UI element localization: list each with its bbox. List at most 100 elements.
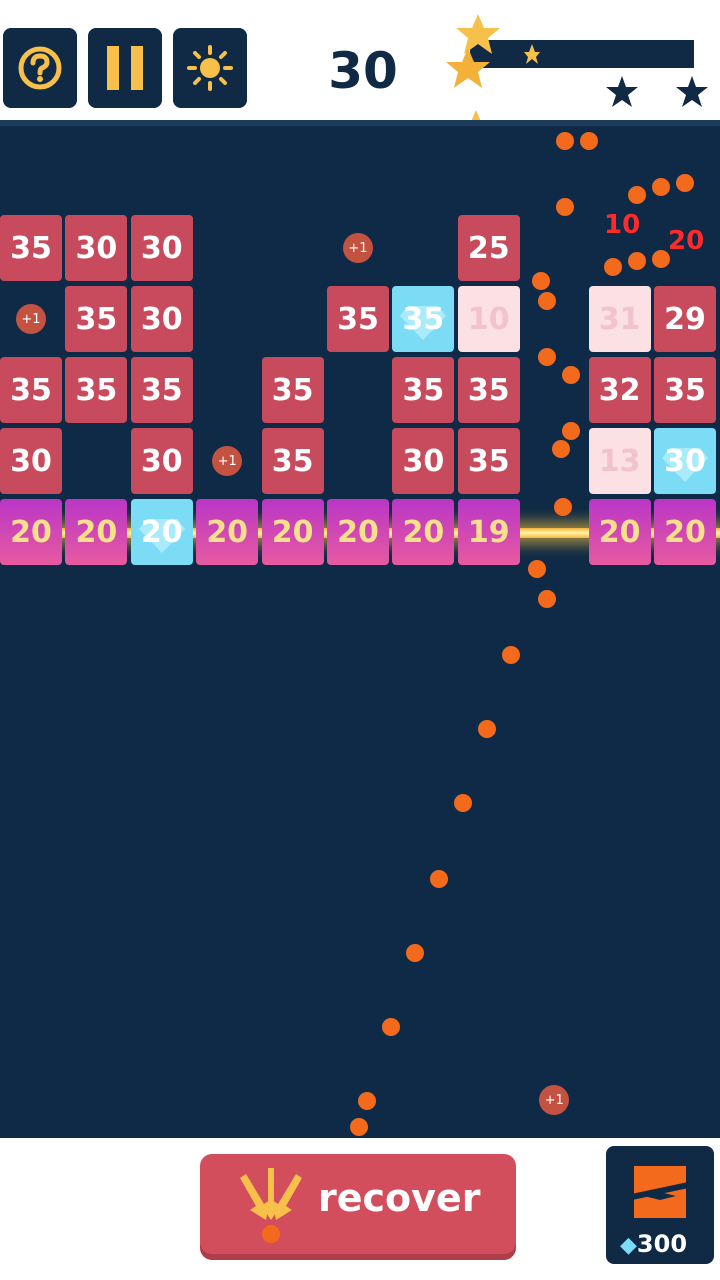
sun-icon xyxy=(187,45,233,91)
ball xyxy=(350,1118,368,1136)
brick-hit-count: 35 xyxy=(467,443,510,479)
brick-hit-count: 35 xyxy=(140,372,183,408)
diamond-brick: 20 xyxy=(130,499,193,565)
ball xyxy=(562,422,580,440)
ball xyxy=(478,720,496,738)
brick: 10 xyxy=(457,286,520,352)
extra-ball-pickup: +1 xyxy=(343,233,373,263)
brick-hit-count: 35 xyxy=(402,372,445,408)
extra-ball-pickup: +1 xyxy=(212,446,243,476)
brick-hit-count: 32 xyxy=(598,372,641,408)
ball xyxy=(554,498,572,516)
brick-hit-count: 20 xyxy=(337,514,379,550)
top-bar: 30 xyxy=(0,0,720,206)
brick-hit-count: 10 xyxy=(467,301,510,337)
ball xyxy=(430,870,448,888)
brick: 20 xyxy=(261,499,324,565)
brick: 35 xyxy=(327,286,389,352)
ball xyxy=(556,132,574,150)
brick: 20 xyxy=(654,499,716,565)
score-counter: 30 xyxy=(328,42,398,100)
damage-popup: 10 xyxy=(604,210,641,240)
brick-hit-count: 35 xyxy=(402,301,445,337)
brick-hit-count: 20 xyxy=(10,514,52,550)
help-button[interactable] xyxy=(3,28,77,108)
extra-ball-pickup: +1 xyxy=(539,1085,570,1115)
brick-hit-count: 35 xyxy=(10,372,52,408)
brick: 35 xyxy=(261,428,324,494)
gem-price: ◆300 xyxy=(620,1230,687,1258)
brick: 20 xyxy=(392,499,455,565)
progress-star-icon xyxy=(606,76,638,107)
question-circle-icon xyxy=(18,46,62,90)
brick-hit-count: 20 xyxy=(140,514,183,550)
brick: 32 xyxy=(588,357,651,423)
brick: 20 xyxy=(327,499,389,565)
brick-hit-count: 35 xyxy=(664,372,706,408)
diamond-brick: 30 xyxy=(654,428,716,494)
brick-hit-count: 35 xyxy=(337,301,379,337)
brick: 35 xyxy=(65,357,128,423)
laser-powerup-icon xyxy=(630,1166,690,1218)
brick-hit-count: 30 xyxy=(402,443,445,479)
progress-star-icon xyxy=(676,76,708,107)
diamond-icon: ◆ xyxy=(620,1233,637,1258)
ball xyxy=(538,348,556,366)
recover-button[interactable]: recover xyxy=(200,1154,516,1254)
brick-hit-count: 20 xyxy=(402,514,445,550)
brick-hit-count: 30 xyxy=(75,230,118,266)
brick: 30 xyxy=(65,215,128,281)
brick: 20 xyxy=(588,499,651,565)
pause-icon xyxy=(107,46,143,90)
brick-hit-count: 19 xyxy=(467,514,510,550)
ball xyxy=(580,132,598,150)
brick: 35 xyxy=(261,357,324,423)
brick-hit-count: 35 xyxy=(467,372,510,408)
brick-hit-count: 20 xyxy=(664,514,706,550)
brick: 30 xyxy=(130,286,193,352)
brick: 25 xyxy=(457,215,520,281)
ball xyxy=(406,944,424,962)
brick: 20 xyxy=(196,499,259,565)
ball xyxy=(538,292,556,310)
recover-button-label: recover xyxy=(318,1176,481,1220)
brick: 35 xyxy=(654,357,716,423)
brick: 35 xyxy=(0,357,62,423)
diamond-brick: 35 xyxy=(392,286,455,352)
brick: 30 xyxy=(392,428,455,494)
damage-popup: 20 xyxy=(668,226,705,256)
brick: 35 xyxy=(392,357,455,423)
brick: 30 xyxy=(0,428,62,494)
brick-hit-count: 13 xyxy=(598,443,641,479)
ball xyxy=(552,440,570,458)
ball xyxy=(652,178,670,196)
ball xyxy=(676,174,694,192)
brick-hit-count: 35 xyxy=(271,443,314,479)
ball xyxy=(528,560,546,578)
settings-button[interactable] xyxy=(173,28,247,108)
laser-powerup-button[interactable]: ◆300 xyxy=(606,1146,714,1264)
game-board[interactable]: 10 20 35 30 30 25 35 30 35 35 10 31 29 35 35 35 35 35 35… xyxy=(0,126,720,1138)
brick: 19 xyxy=(457,499,520,565)
ball xyxy=(628,186,646,204)
brick: 31 xyxy=(588,286,651,352)
pause-button[interactable] xyxy=(88,28,162,108)
brick: 30 xyxy=(130,215,193,281)
brick-hit-count: 35 xyxy=(75,372,118,408)
brick: 29 xyxy=(654,286,716,352)
ball xyxy=(358,1092,376,1110)
brick-hit-count: 30 xyxy=(140,230,183,266)
extra-ball-pickup: +1 xyxy=(16,304,46,334)
brick-hit-count: 30 xyxy=(664,443,706,479)
brick: 13 xyxy=(588,428,651,494)
brick-hit-count: 30 xyxy=(140,443,183,479)
ball xyxy=(382,1018,400,1036)
brick: 20 xyxy=(0,499,62,565)
brick: 20 xyxy=(65,499,128,565)
ball xyxy=(628,252,646,270)
bottom-bar: recover ◆300 xyxy=(0,1138,720,1280)
brick: 35 xyxy=(65,286,128,352)
brick-hit-count: 29 xyxy=(664,301,706,337)
ball xyxy=(556,198,574,216)
gem-price-value: 300 xyxy=(636,1230,688,1258)
